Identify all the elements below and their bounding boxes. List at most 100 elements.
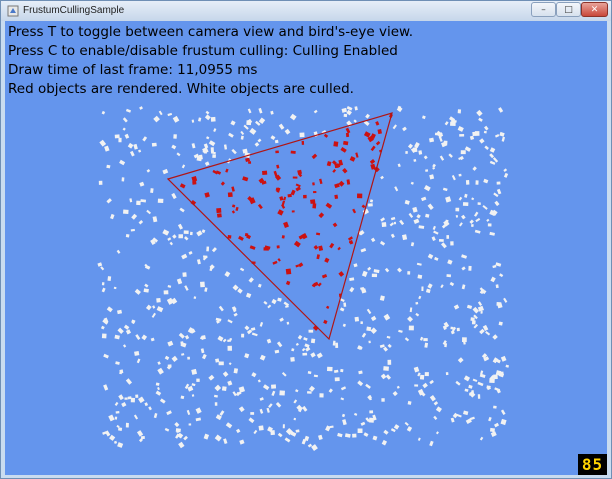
culled-object (125, 422, 129, 428)
culled-object (354, 412, 358, 416)
culled-object (166, 410, 172, 416)
culled-object (495, 262, 502, 267)
maximize-button[interactable]: □ (556, 2, 581, 17)
culled-object (465, 180, 470, 185)
culled-object (484, 145, 489, 150)
culled-object (333, 369, 339, 373)
culled-object (136, 200, 141, 206)
culled-object (270, 430, 275, 436)
culled-object (463, 375, 471, 382)
culled-object (195, 417, 202, 422)
culled-object (214, 384, 222, 392)
rendered-object (325, 202, 333, 209)
culled-object (471, 197, 475, 201)
culled-object (494, 422, 500, 428)
culled-object (240, 130, 245, 136)
rendered-object (281, 235, 285, 239)
close-button[interactable]: ✕ (581, 2, 608, 17)
culled-object (489, 160, 496, 165)
culled-object (305, 346, 311, 352)
culled-object (100, 266, 105, 271)
culled-object (101, 287, 106, 293)
culled-object (390, 216, 396, 221)
rendered-object (316, 232, 321, 236)
culled-object (459, 155, 464, 161)
culled-object (277, 297, 282, 302)
culled-object (176, 278, 183, 285)
culled-object (337, 432, 343, 438)
rendered-object (279, 196, 284, 201)
culled-object (365, 113, 370, 119)
culled-object (145, 304, 152, 311)
culled-object (167, 285, 172, 288)
culled-object (487, 223, 492, 227)
culled-object (470, 223, 474, 228)
culled-object (101, 333, 107, 339)
rendered-object (316, 254, 320, 260)
culled-object (386, 335, 391, 339)
culled-object (169, 241, 174, 246)
render-viewport[interactable]: Press T to toggle between camera view an… (5, 21, 607, 475)
culled-object (293, 399, 298, 404)
culled-object (457, 109, 462, 114)
culled-object (475, 217, 481, 223)
culled-object (262, 384, 270, 391)
culled-object (183, 435, 188, 441)
culled-object (162, 229, 170, 236)
culled-object (489, 153, 495, 159)
culled-object (463, 341, 466, 345)
culled-object (286, 321, 290, 325)
culled-object (290, 357, 295, 362)
culled-object (394, 186, 399, 192)
culled-object (223, 438, 228, 445)
culled-object (144, 402, 149, 407)
rendered-object (334, 194, 339, 199)
culled-object (103, 353, 109, 359)
culled-object (282, 424, 285, 429)
culled-object (299, 132, 305, 138)
culled-object (423, 338, 428, 342)
culled-object (244, 325, 250, 331)
culled-object (416, 214, 421, 219)
culled-object (133, 414, 139, 420)
culled-object (358, 370, 363, 375)
culled-object (143, 288, 149, 293)
rendered-object (272, 260, 278, 265)
culled-object (117, 327, 124, 334)
culled-object (127, 142, 134, 149)
culled-object (369, 199, 374, 203)
culled-object (151, 142, 157, 147)
culled-object (468, 265, 472, 271)
info-line-legend: Red objects are rendered. White objects … (8, 81, 354, 97)
culled-object (129, 150, 135, 157)
culled-object (231, 148, 237, 155)
culled-object (176, 428, 180, 433)
rendered-object (227, 192, 233, 198)
title-bar[interactable]: FrustumCullingSample – □ ✕ (1, 1, 611, 21)
culled-object (134, 288, 141, 295)
culled-object (427, 203, 434, 210)
culled-object (177, 223, 184, 230)
culled-object (124, 133, 130, 139)
minimize-button[interactable]: – (531, 2, 556, 17)
culled-object (274, 139, 279, 144)
culled-object (274, 349, 280, 354)
culled-object (368, 340, 371, 344)
culled-object (271, 384, 277, 389)
culled-object (482, 204, 488, 210)
culled-object (131, 213, 138, 220)
culled-object (461, 254, 468, 259)
culled-object (206, 136, 210, 140)
culled-object (295, 342, 299, 346)
culled-object (496, 181, 501, 185)
culled-object (479, 138, 485, 144)
culled-object (259, 408, 264, 414)
culled-object (240, 135, 244, 140)
culled-object (477, 202, 481, 205)
culled-object (461, 284, 466, 290)
culled-object (200, 281, 205, 288)
culled-object (203, 433, 210, 440)
culled-object (385, 374, 392, 380)
culled-object (163, 290, 169, 295)
culled-object (421, 286, 424, 292)
